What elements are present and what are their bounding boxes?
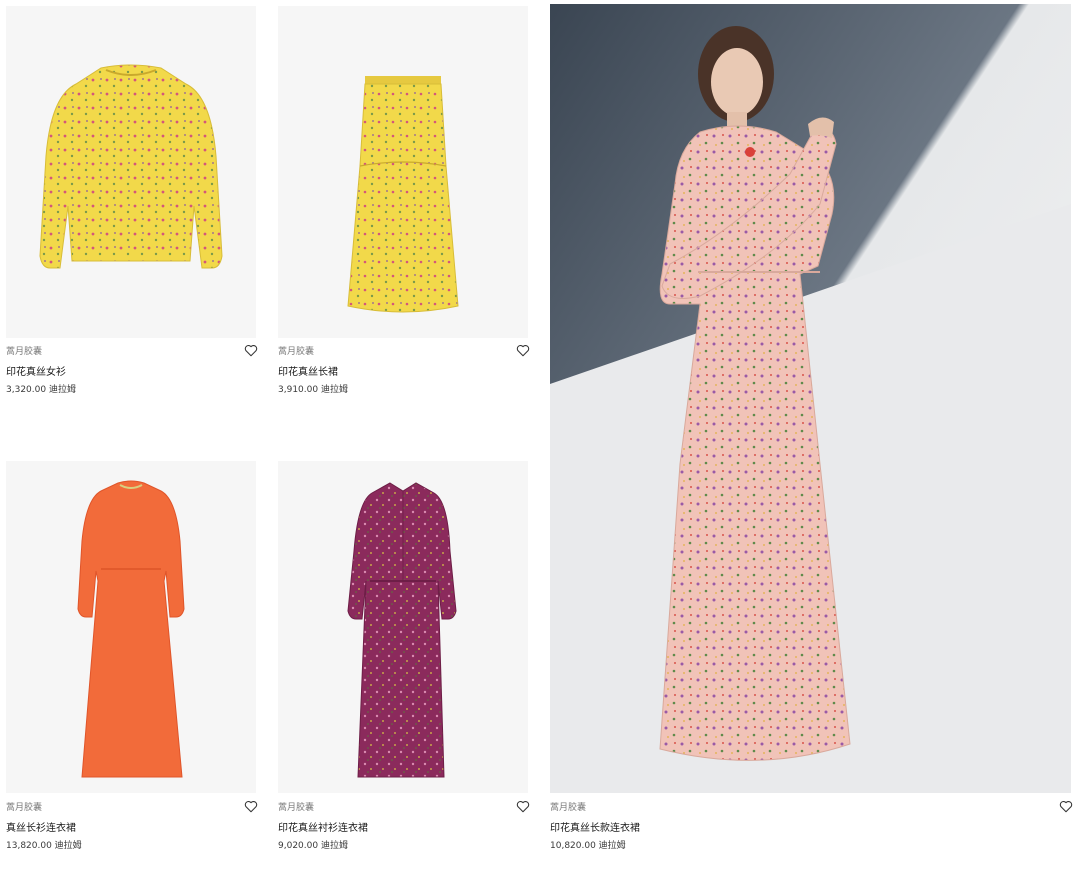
product-price: 3,320.00 迪拉姆	[6, 385, 76, 395]
product-price: 10,820.00 迪拉姆	[550, 841, 626, 851]
model-photo-illustration	[550, 4, 1071, 793]
product-name[interactable]: 印花真丝衬衫连衣裙	[278, 819, 368, 834]
yellow-skirt-illustration	[347, 76, 459, 313]
product-brand: 蒿月胶囊	[550, 803, 587, 813]
product-name[interactable]: 印花真丝长款连衣裙	[550, 819, 640, 834]
product-name[interactable]: 真丝长衫连衣裙	[6, 819, 76, 834]
product-image-blouse[interactable]	[6, 6, 256, 338]
heart-outline-icon[interactable]	[1059, 800, 1073, 813]
orange-dress-illustration	[77, 480, 185, 778]
product-brand: 蒿月胶囊	[6, 347, 43, 357]
product-brand: 蒿月胶囊	[6, 803, 43, 813]
product-price: 9,020.00 迪拉姆	[278, 841, 348, 851]
product-name[interactable]: 印花真丝女衫	[6, 363, 66, 378]
heart-outline-icon[interactable]	[516, 800, 530, 813]
heart-outline-icon[interactable]	[516, 344, 530, 357]
product-image-purple-dress[interactable]	[278, 461, 528, 793]
purple-dress-illustration	[347, 482, 457, 778]
product-brand: 蒿月胶囊	[278, 347, 315, 357]
product-image-pink-dress[interactable]	[550, 4, 1071, 793]
yellow-blouse-illustration	[39, 64, 223, 269]
product-image-orange-dress[interactable]	[6, 461, 256, 793]
heart-outline-icon[interactable]	[244, 344, 258, 357]
product-price: 3,910.00 迪拉姆	[278, 385, 348, 395]
heart-outline-icon[interactable]	[244, 800, 258, 813]
product-image-skirt[interactable]	[278, 6, 528, 338]
product-name[interactable]: 印花真丝长裙	[278, 363, 338, 378]
product-price: 13,820.00 迪拉姆	[6, 841, 82, 851]
product-brand: 蒿月胶囊	[278, 803, 315, 813]
